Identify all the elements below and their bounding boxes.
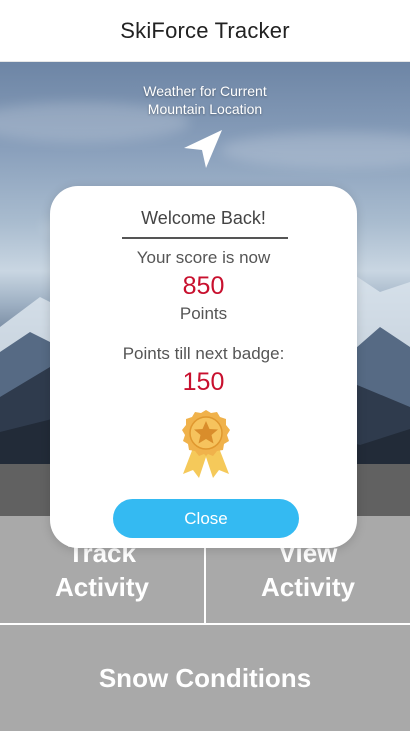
- heading-divider: [122, 237, 288, 239]
- weather-location-label: Weather for Current Mountain Location: [143, 83, 267, 117]
- app-title: SkiForce Tracker: [120, 17, 290, 43]
- welcome-heading: Welcome Back!: [141, 208, 266, 228]
- score-value: 850: [182, 272, 225, 300]
- next-badge-value: 150: [182, 368, 225, 396]
- close-button[interactable]: Close: [113, 499, 299, 538]
- navigation-arrow-icon: [184, 130, 222, 168]
- next-badge-text: Points till next badge:: [122, 344, 285, 363]
- award-badge-icon: [182, 410, 230, 478]
- welcome-modal: Welcome Back! Your score is now 850 Poin…: [50, 186, 357, 548]
- points-label: Points: [179, 304, 228, 323]
- snow-conditions-button[interactable]: Snow Conditions: [0, 625, 410, 731]
- score-intro-text: Your score is now: [136, 248, 271, 267]
- menu-grid: Track Activity View Activity Snow Condit…: [0, 516, 410, 731]
- app-header: SkiForce Tracker: [0, 0, 410, 62]
